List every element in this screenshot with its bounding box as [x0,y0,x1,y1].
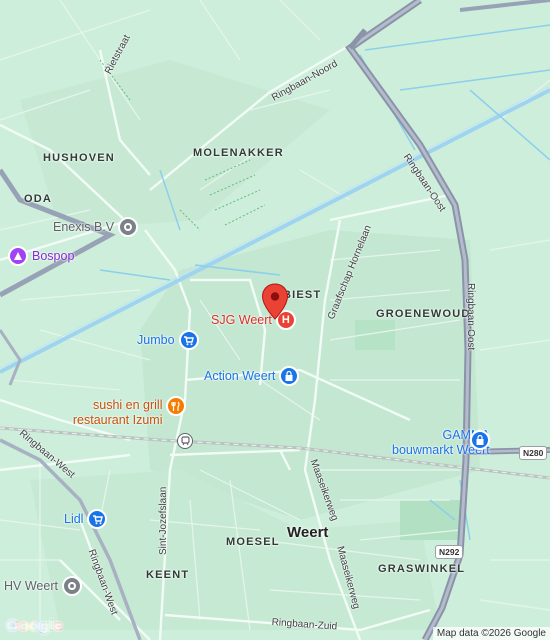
poi-label: Lidl [64,512,84,526]
road-shield-n280: N280 [519,446,548,460]
poi-lidl[interactable]: Lidl [64,509,108,529]
restaurant-icon [166,396,187,416]
poi-sushi-izumi[interactable]: sushi en grill restaurant Izumi [73,396,187,428]
location-icon [118,217,139,237]
district-label-molenakker: MOLENAKKER [193,147,284,159]
poi-label-line2: restaurant Izumi [72,413,163,427]
poi-bospop[interactable]: Bospop [8,246,74,266]
district-label-groenewoud: GROENEWOUD [376,308,471,320]
location-icon [61,576,82,596]
google-logo[interactable]: Google [6,616,63,636]
poi-label: Action Weert [204,369,276,383]
shopping-cart-icon [178,330,199,350]
city-label-weert: Weert [287,524,329,541]
map-attribution[interactable]: Map data ©2026 Google [432,627,550,640]
district-label-oda: ODA [24,193,53,205]
district-label-moesel: MOESEL [226,536,280,548]
poi-label: Bospop [32,249,75,263]
road-label-sint-jozefslaan: Sint-Jozefslaan [158,486,169,555]
poi-enexis[interactable]: Enexis B.V [53,217,139,237]
road-label-ringbaan-oost-lower: Ringbaan-Oost [465,283,476,351]
red-map-pin-icon[interactable] [261,283,289,321]
shopping-bag-icon[interactable] [470,430,490,450]
poi-hv-weert[interactable]: HV Weert [4,576,82,596]
road-shield-n292: N292 [435,545,464,559]
google-logo-text: Google [6,616,63,635]
poi-label-line1: sushi en grill [93,398,163,412]
train-icon[interactable] [177,433,193,449]
map-canvas[interactable]: HUSHOVEN ODA MOLENAKKER BIEST GROENEWOUD… [0,0,550,640]
shopping-cart-icon [87,509,108,529]
poi-label: Jumbo [137,333,175,347]
poi-label: Enexis B.V [53,220,115,234]
venue-icon [8,246,28,266]
poi-label-group: sushi en grill restaurant Izumi [73,398,163,428]
district-label-hushoven: HUSHOVEN [43,152,115,164]
shopping-bag-icon [279,366,300,386]
district-label-graswinkel: GRASWINKEL [378,563,466,575]
poi-label: HV Weert [4,579,58,593]
district-label-keent: KEENT [146,569,190,581]
poi-action-weert[interactable]: Action Weert [204,366,300,386]
poi-jumbo[interactable]: Jumbo [137,330,199,350]
